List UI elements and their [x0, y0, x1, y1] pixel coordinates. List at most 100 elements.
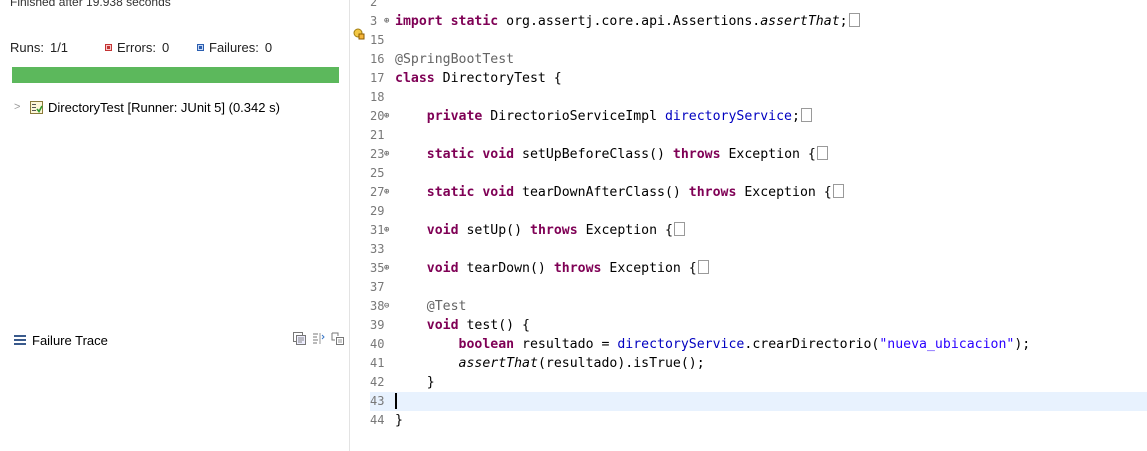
code-line: 42 }: [370, 373, 1147, 392]
code-line: 20 ⊕ private DirectorioServiceImpl direct…: [370, 107, 1147, 126]
test-suite-icon: [30, 100, 43, 114]
run-counters: Runs: 1/1 Errors: 0 Failures: 0: [10, 39, 272, 55]
failure-trace-header: Failure Trace: [14, 331, 344, 349]
line-number: 42: [370, 375, 385, 389]
method-teardownafterclass: static void tearDownAfterClass() throws …: [426, 185, 832, 200]
compare-results-icon[interactable]: [312, 332, 325, 348]
fold-collapse-icon[interactable]: ⊖: [384, 297, 389, 316]
line-number: 39: [370, 318, 385, 332]
code-line: 29: [370, 202, 1147, 221]
class-close-brace: }: [395, 413, 403, 428]
line-number: 31: [370, 223, 385, 237]
line-number: 21: [370, 128, 385, 142]
folded-region-icon[interactable]: [848, 13, 860, 27]
field-declaration: private DirectorioServiceImpl directoryS…: [426, 109, 800, 124]
error-icon: [105, 43, 112, 51]
line-number: 41: [370, 356, 385, 370]
runs-label: Runs:: [10, 39, 44, 55]
run-status-text: Finished after 19.938 seconds: [10, 0, 171, 9]
menu-icon: [14, 335, 26, 345]
test-progress-bar: [12, 67, 339, 83]
line-number: 43: [370, 394, 385, 408]
method-setupbeforeclass: static void setUpBeforeClass() throws Ex…: [426, 147, 816, 162]
java-editor[interactable]: 2 3 ⊕ import static org.assertj.core.api.A…: [350, 0, 1147, 451]
line-number: 23: [370, 147, 385, 161]
code-line: 44}: [370, 411, 1147, 430]
errors-value: 0: [162, 39, 170, 55]
code-area[interactable]: 2 3 ⊕ import static org.assertj.core.api.A…: [370, 0, 1147, 430]
line-number: 18: [370, 90, 385, 104]
current-code-line[interactable]: 43: [370, 392, 1147, 411]
chevron-right-icon[interactable]: >: [14, 101, 22, 113]
code-line: 17 class DirectoryTest {: [370, 69, 1147, 88]
line-number: 17: [370, 71, 385, 85]
folded-region-icon[interactable]: [832, 184, 844, 198]
code-line: 33: [370, 240, 1147, 259]
folded-region-icon[interactable]: [697, 260, 709, 274]
line-number: 37: [370, 280, 385, 294]
code-line: 23 ⊕ static void setUpBeforeClass() throw…: [370, 145, 1147, 164]
line-number: 25: [370, 166, 385, 180]
code-line: 39 void test() {: [370, 316, 1147, 335]
line-number: 40: [370, 337, 385, 351]
code-line: 25: [370, 164, 1147, 183]
annotation-test: @Test: [426, 299, 467, 314]
failures-label: Failures:: [209, 39, 259, 55]
fold-expand-icon[interactable]: ⊕: [384, 145, 389, 164]
runs-value: 1/1: [49, 39, 69, 55]
method-setup: void setUp() throws Exception {: [426, 223, 673, 238]
line-number: 38: [370, 299, 385, 313]
code-line: 27 ⊕ static void tearDownAfterClass() thr…: [370, 183, 1147, 202]
annotation-springboottest: @SpringBootTest: [395, 52, 515, 67]
class-declaration: class DirectoryTest {: [395, 71, 562, 86]
code-line: 18: [370, 88, 1147, 107]
code-line: 31 ⊕ void setUp() throws Exception {: [370, 221, 1147, 240]
folded-region-icon[interactable]: [816, 146, 828, 160]
annotation-ruler: [350, 0, 366, 451]
test-progress-fill: [12, 67, 339, 83]
code-line: 37: [370, 278, 1147, 297]
fold-expand-icon[interactable]: ⊕: [384, 259, 389, 278]
copy-trace-icon[interactable]: [331, 332, 344, 348]
errors-label: Errors:: [117, 39, 156, 55]
line-number: 20: [370, 109, 385, 123]
filter-stack-icon[interactable]: [293, 332, 306, 348]
errors-counter: Errors: 0: [105, 40, 197, 55]
failure-trace-toolbar: [293, 332, 344, 348]
test-tree-item[interactable]: > DirectoryTest [Runner: JUnit 5] (0.342…: [14, 97, 348, 117]
method-close-brace: }: [395, 375, 435, 390]
runs-counter: Runs: 1/1: [10, 40, 105, 55]
failures-value: 0: [264, 39, 273, 55]
line-number: 33: [370, 242, 385, 256]
folded-region-icon[interactable]: [673, 222, 685, 236]
code-line: 2: [370, 0, 1147, 12]
failure-icon: [197, 43, 204, 51]
text-caret: [395, 393, 397, 409]
statement-assert: assertThat(resultado).isTrue();: [458, 356, 705, 371]
failures-counter: Failures: 0: [197, 40, 272, 55]
test-tree-label: DirectoryTest [Runner: JUnit 5] (0.342 s…: [48, 99, 280, 115]
statement-crear-directorio: boolean resultado = directoryService.cre…: [458, 337, 1031, 352]
code-line: 3 ⊕ import static org.assertj.core.api.Ass…: [370, 12, 1147, 31]
line-number: 15: [370, 33, 385, 47]
junit-panel: Finished after 19.938 seconds Runs: 1/1 …: [0, 0, 350, 451]
fold-expand-icon[interactable]: ⊕: [384, 12, 389, 31]
failure-trace-label: Failure Trace: [32, 332, 108, 348]
fold-expand-icon[interactable]: ⊕: [384, 221, 389, 240]
code-line: 38 ⊖ @Test: [370, 297, 1147, 316]
quick-fix-warning-icon[interactable]: [353, 28, 365, 40]
line-number: 2: [370, 0, 378, 9]
code-line: 21: [370, 126, 1147, 145]
method-teardown: void tearDown() throws Exception {: [426, 261, 697, 276]
line-number: 16: [370, 52, 385, 66]
fold-expand-icon[interactable]: ⊕: [384, 183, 389, 202]
line-number: 29: [370, 204, 385, 218]
fold-expand-icon[interactable]: ⊕: [384, 107, 389, 126]
method-test: void test() {: [426, 318, 530, 333]
folded-region-icon[interactable]: [800, 108, 812, 122]
code-line: 16 @SpringBootTest: [370, 50, 1147, 69]
line-number: 35: [370, 261, 385, 275]
line-number: 44: [370, 413, 385, 427]
code-line: 41 assertThat(resultado).isTrue();: [370, 354, 1147, 373]
import-statement: import static org.assertj.core.api.Asser…: [395, 14, 848, 29]
